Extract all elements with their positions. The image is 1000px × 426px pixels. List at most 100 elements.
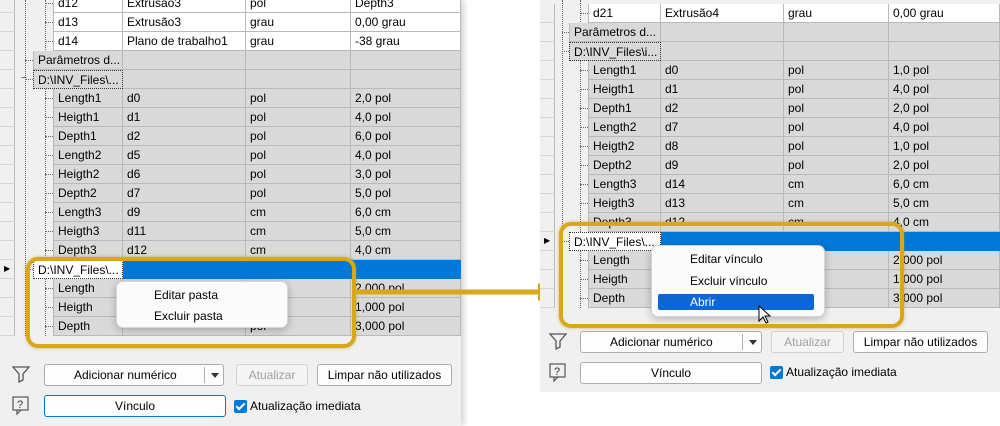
equation-cell[interactable]: Extrusão4 [661,4,784,23]
value-cell[interactable]: 2,0 pol [889,99,1000,118]
group-row[interactable]: Parâmetros d... [0,51,461,70]
value-cell[interactable]: 4,0 pol [351,108,461,127]
link-button[interactable]: Vínculo [580,362,762,384]
value-cell[interactable]: 4,0 pol [351,146,461,165]
parameter-row[interactable]: Depth1 d2 pol 6,0 pol [0,127,461,146]
equation-cell[interactable]: d9 [123,203,246,222]
row-header[interactable] [0,203,15,222]
row-header[interactable] [0,32,15,51]
value-cell[interactable]: 5,0 pol [351,184,461,203]
unit-cell[interactable]: pol [784,99,889,118]
update-button[interactable]: Atualizar [771,331,844,353]
parameter-name-cell[interactable]: D:\INV_Files\i... [569,42,661,61]
row-header[interactable] [540,289,555,308]
filter-icon[interactable] [10,363,32,385]
parameter-name-cell[interactable]: d13 [53,13,123,32]
value-cell[interactable]: 5,0 cm [351,222,461,241]
parameter-name-cell[interactable]: Heigth3 [588,194,661,213]
unit-cell[interactable]: pol [784,137,889,156]
unit-cell[interactable]: grau [784,4,889,23]
value-cell[interactable]: 6,0 cm [351,203,461,222]
row-header[interactable] [540,175,555,194]
parameter-row[interactable]: Depth1 d2 pol 2,0 pol [540,99,1000,118]
unit-cell[interactable] [784,23,889,42]
parameter-row[interactable]: Heigth2 d8 pol 1,0 pol [540,137,1000,156]
unit-cell[interactable]: pol [784,156,889,175]
row-header[interactable] [0,108,15,127]
parameter-row[interactable]: Length3 d9 cm 6,0 cm [0,203,461,222]
parameter-name-cell[interactable]: Length1 [588,61,661,80]
row-header[interactable] [540,194,555,213]
row-header[interactable] [540,118,555,137]
unit-cell[interactable]: pol [246,165,351,184]
value-cell[interactable] [351,260,461,279]
equation-cell[interactable]: d7 [661,118,784,137]
equation-cell[interactable]: d2 [661,99,784,118]
parameter-row[interactable]: Length2 d5 pol 4,0 pol [0,146,461,165]
row-header[interactable] [0,241,15,260]
equation-cell[interactable] [123,51,246,70]
unit-cell[interactable]: pol [246,108,351,127]
parameter-row[interactable]: d13 Extrusão3 grau 0,00 grau [0,13,461,32]
row-header[interactable] [540,251,555,270]
value-cell[interactable]: 2,000 pol [889,251,1000,270]
equation-cell[interactable]: d11 [123,222,246,241]
row-header[interactable] [540,23,555,42]
parameter-row[interactable]: Length1 d0 pol 2,0 pol [0,89,461,108]
row-header[interactable]: ▶ [540,232,555,251]
group-row[interactable]: Parâmetros d... [540,23,1000,42]
parameter-name-cell[interactable]: D:\INV_Files\... [33,70,123,89]
row-header[interactable] [0,89,15,108]
row-header[interactable] [0,279,15,298]
value-cell[interactable]: 5,0 cm [889,194,1000,213]
equation-cell[interactable]: Extrusão3 [123,0,246,13]
row-header[interactable] [0,146,15,165]
value-cell[interactable]: 4,0 cm [351,241,461,260]
parameter-name-cell[interactable]: Depth2 [588,156,661,175]
unit-cell[interactable]: pol [784,61,889,80]
value-cell[interactable]: 3,0 pol [351,165,461,184]
row-header[interactable] [540,61,555,80]
parameter-name-cell[interactable]: Length3 [53,203,123,222]
unit-cell[interactable]: grau [246,32,351,51]
unit-cell[interactable]: cm [784,194,889,213]
row-header[interactable] [0,165,15,184]
value-cell[interactable] [889,23,1000,42]
row-header[interactable] [540,137,555,156]
unit-cell[interactable] [246,70,351,89]
equation-cell[interactable] [661,42,784,61]
row-header[interactable] [0,298,15,317]
row-header[interactable] [540,99,555,118]
parameter-row[interactable]: Length1 d0 pol 1,0 pol [540,61,1000,80]
equation-cell[interactable]: d13 [661,194,784,213]
value-cell[interactable]: 3,000 pol [351,317,461,336]
unit-cell[interactable]: cm [246,222,351,241]
parameter-row[interactable]: Heigth1 d1 pol 4,0 pol [0,108,461,127]
row-header[interactable] [0,127,15,146]
add-numeric-button[interactable]: Adicionar numérico [580,331,762,353]
unit-cell[interactable]: pol [784,80,889,99]
row-header[interactable] [0,222,15,241]
value-cell[interactable] [351,51,461,70]
parameter-name-cell[interactable]: Length3 [588,175,661,194]
parameter-name-cell[interactable]: Length1 [53,89,123,108]
unit-cell[interactable]: pol [246,127,351,146]
row-header[interactable] [540,42,555,61]
unit-cell[interactable]: pol [246,184,351,203]
parameter-row[interactable]: Depth2 d7 pol 5,0 pol [0,184,461,203]
group-row[interactable]: D:\INV_Files\i... [540,42,1000,61]
equation-cell[interactable]: d6 [123,165,246,184]
parameter-row[interactable]: Heigth1 d1 pol 4,0 pol [540,80,1000,99]
equation-cell[interactable] [123,70,246,89]
add-numeric-button[interactable]: Adicionar numérico [44,364,224,386]
parameter-name-cell[interactable]: Parâmetros d... [33,51,123,70]
row-header[interactable] [540,80,555,99]
parameter-name-cell[interactable]: Length2 [53,146,123,165]
parameter-row[interactable]: d12 Extrusão3 pol Depth3 [0,0,461,13]
equation-cell[interactable]: d8 [661,137,784,156]
row-header[interactable] [540,4,555,23]
chevron-down-icon[interactable] [211,373,219,378]
row-header[interactable] [540,270,555,289]
parameter-name-cell[interactable]: Depth1 [53,127,123,146]
immediate-update-checkbox[interactable] [234,400,247,413]
